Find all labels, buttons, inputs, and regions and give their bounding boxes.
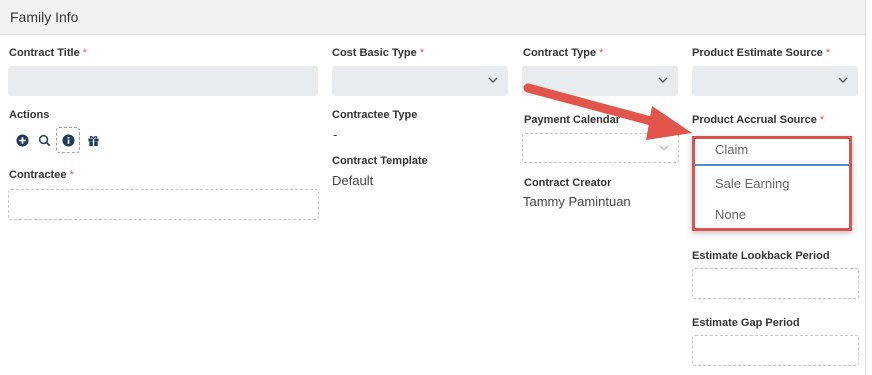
cost-basic-type-label-text: Cost Basic Type	[332, 47, 417, 59]
section-title: Family Info	[10, 9, 79, 25]
contractee-input[interactable]	[8, 189, 319, 220]
contractee-type-value: -	[333, 127, 338, 142]
required-marker: *	[599, 47, 604, 59]
required-marker: *	[819, 114, 825, 126]
estimate-gap-period-label: Estimate Gap Period	[692, 317, 800, 329]
section-header: Family Info	[0, 0, 865, 35]
contract-template-value: Default	[332, 173, 374, 188]
product-estimate-source-label: Product Estimate Source *	[692, 47, 830, 59]
cost-basic-type-select[interactable]	[332, 66, 508, 96]
info-button[interactable]	[56, 127, 80, 153]
option-label: Sale Earning	[715, 176, 790, 191]
required-marker: *	[825, 47, 831, 59]
search-button[interactable]	[32, 127, 56, 153]
contract-creator-label: Contract Creator	[524, 177, 612, 189]
contractee-label: Contractee *	[9, 169, 74, 181]
estimate-gap-period-input[interactable]	[692, 335, 859, 366]
product-accrual-source-label-text: Product Accrual Source	[692, 114, 817, 126]
chevron-down-icon	[488, 77, 498, 83]
contract-type-label-text: Contract Type	[523, 47, 597, 59]
accrual-option-none[interactable]: None	[695, 200, 849, 230]
cost-basic-type-label: Cost Basic Type *	[332, 47, 424, 59]
contract-title-label-text: Contract Title	[9, 47, 80, 59]
right-border	[865, 0, 866, 375]
accrual-option-sale-earning[interactable]: Sale Earning	[695, 169, 849, 199]
option-label: None	[715, 207, 747, 222]
actions-label: Actions	[9, 109, 50, 121]
product-accrual-source-label: Product Accrual Source *	[692, 114, 824, 126]
contract-template-label: Contract Template	[332, 155, 428, 167]
contractee-label-text: Contractee	[9, 169, 67, 181]
estimate-lookback-period-input[interactable]	[692, 268, 859, 299]
add-button[interactable]	[10, 127, 34, 153]
info-circle-icon	[61, 133, 75, 147]
product-estimate-source-select[interactable]	[692, 66, 858, 96]
contract-title-label: Contract Title *	[9, 47, 87, 59]
contract-creator-value: Tammy Pamintuan	[523, 194, 631, 209]
annotation-arrow	[523, 83, 692, 140]
required-marker: *	[82, 47, 87, 59]
gift-button[interactable]	[81, 127, 105, 153]
contract-title-input[interactable]	[8, 66, 318, 96]
search-icon	[38, 134, 50, 146]
product-estimate-source-label-text: Product Estimate Source	[692, 47, 823, 59]
option-label: Claim	[715, 142, 749, 157]
chevron-down-icon	[838, 77, 848, 83]
product-accrual-source-dropdown: Claim Sale Earning None	[692, 136, 852, 231]
contract-type-label: Contract Type *	[523, 47, 603, 59]
required-marker: *	[69, 169, 74, 181]
gift-icon	[87, 135, 99, 146]
plus-circle-icon	[15, 133, 29, 147]
estimate-lookback-period-label: Estimate Lookback Period	[692, 250, 830, 262]
contractee-type-label: Contractee Type	[332, 109, 418, 121]
required-marker: *	[419, 47, 425, 59]
accrual-option-claim[interactable]: Claim	[695, 139, 849, 166]
